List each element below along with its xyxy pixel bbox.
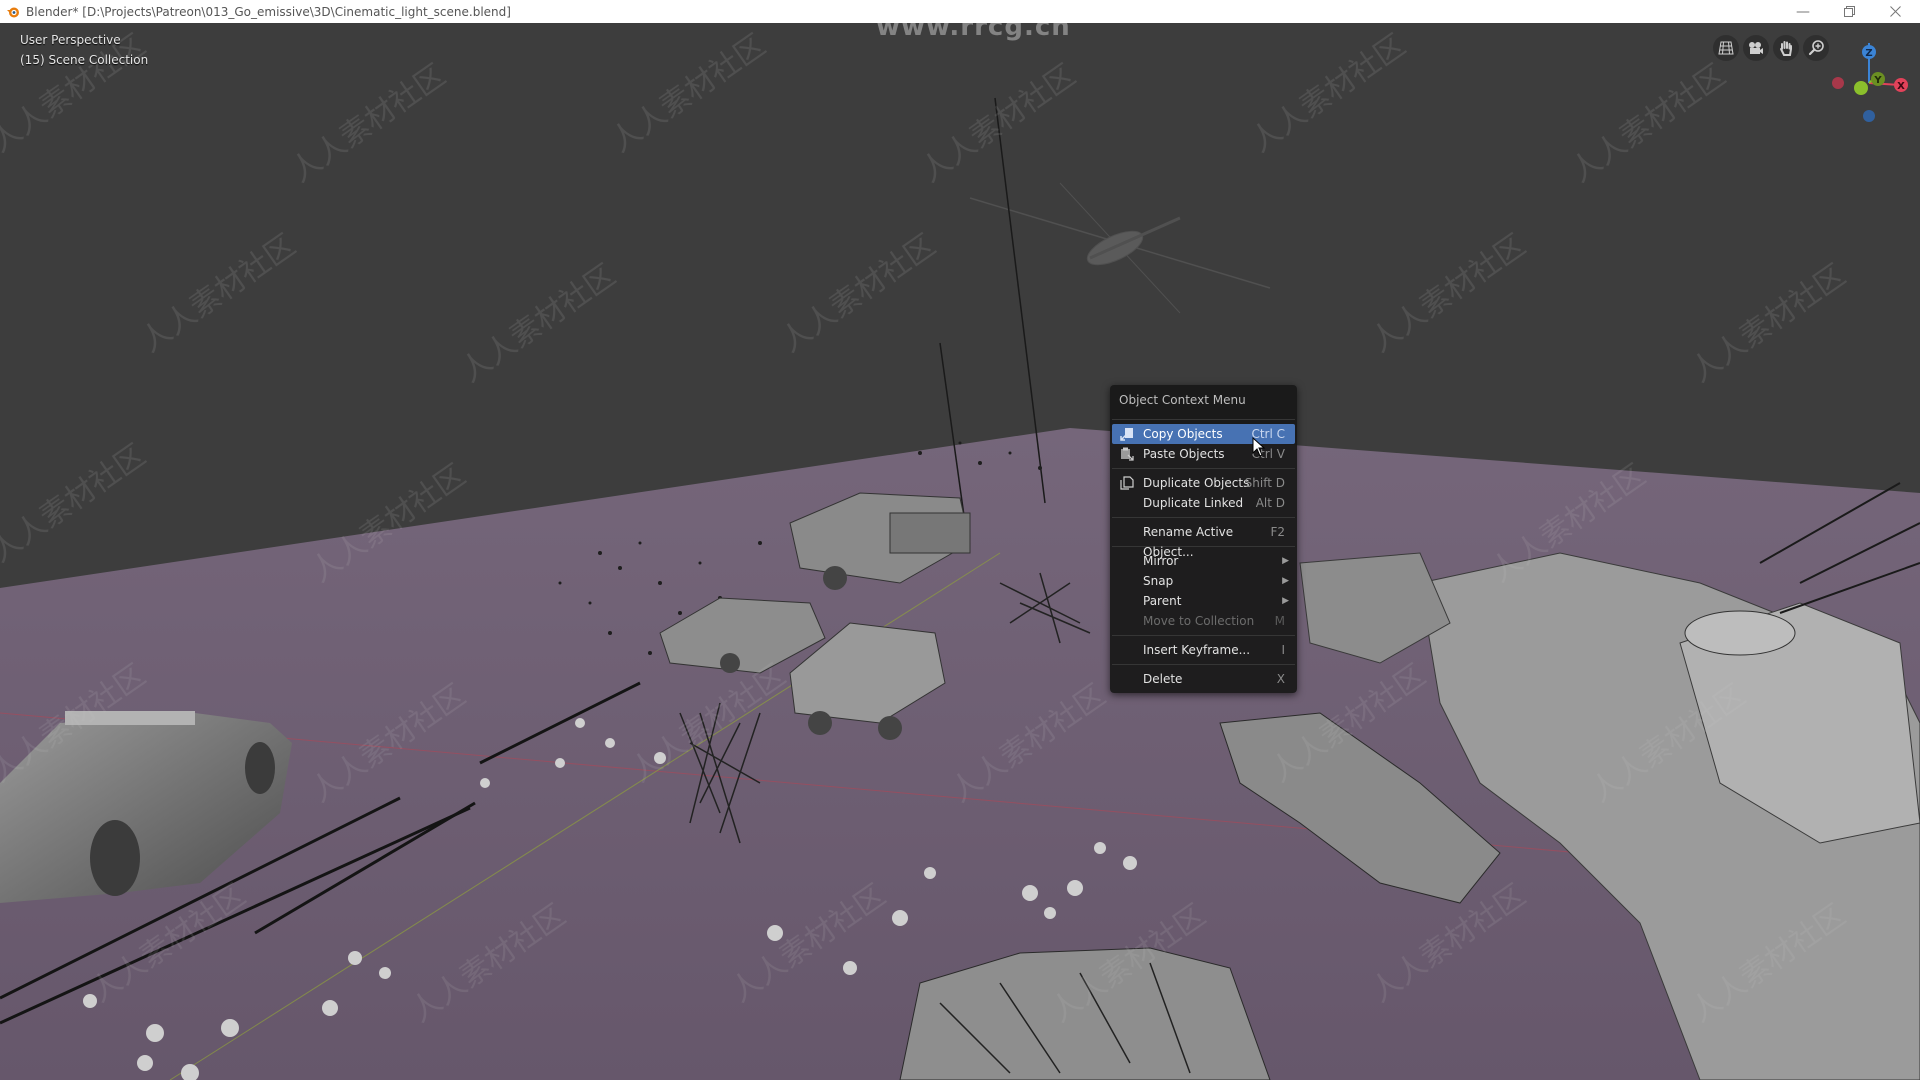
y-neg-handle[interactable] (1854, 81, 1868, 95)
watermark-url: www.rrcg.cn (876, 23, 1071, 42)
viewport-navigation (1713, 35, 1829, 61)
mouse-cursor-icon (1252, 437, 1266, 457)
svg-text:人人素材社区: 人人素材社区 (1365, 228, 1533, 360)
menu-item-snap[interactable]: Snap ▶ (1112, 571, 1295, 591)
menu-item-duplicate-linked[interactable]: Duplicate Linked Alt D (1112, 493, 1295, 513)
menu-item-delete[interactable]: Delete X (1112, 669, 1295, 689)
menu-item-shortcut: M (1274, 614, 1285, 628)
menu-item-rename-active-object[interactable]: Rename Active Object... F2 (1112, 522, 1295, 559)
menu-item-label: Parent (1143, 594, 1182, 608)
submenu-arrow-icon: ▶ (1282, 576, 1289, 586)
menu-item-label: Snap (1143, 574, 1174, 588)
menu-item-parent[interactable]: Parent ▶ (1112, 591, 1295, 611)
restore-icon (1843, 6, 1855, 17)
z-neg-handle[interactable] (1863, 110, 1875, 122)
grid-icon (1718, 41, 1734, 55)
menu-item-insert-keyframe[interactable]: Insert Keyframe... I (1112, 640, 1295, 660)
menu-item-label: Duplicate Linked (1143, 496, 1244, 510)
svg-text:人人素材社区: 人人素材社区 (135, 228, 303, 360)
y-axis-label: Y (1873, 75, 1882, 86)
menu-item-shortcut: Alt D (1255, 496, 1285, 510)
svg-text:人人素材社区: 人人素材社区 (455, 258, 623, 390)
viewport-scene[interactable]: 人人素材社区 人人素材社区 人人素材社区 人人素材社区 人人素材社区 人人素材社… (0, 23, 1920, 1080)
minimize-button[interactable]: — (1780, 0, 1826, 23)
menu-separator (1112, 468, 1295, 469)
menu-title: Object Context Menu (1119, 393, 1246, 407)
svg-text:人人素材社区: 人人素材社区 (605, 28, 773, 160)
svg-text:人人素材社区: 人人素材社区 (1245, 28, 1413, 160)
menu-item-label: Duplicate Objects (1143, 476, 1250, 490)
menu-item-shortcut: F2 (1270, 525, 1285, 539)
menu-item-label: Delete (1143, 672, 1183, 686)
svg-text:人人素材社区: 人人素材社区 (1685, 258, 1853, 390)
svg-text:人人素材社区: 人人素材社区 (1565, 58, 1733, 190)
svg-text:人人素材社区: 人人素材社区 (285, 58, 453, 190)
menu-separator (1112, 635, 1295, 636)
menu-item-duplicate-objects[interactable]: Duplicate Objects Shift D (1112, 473, 1295, 493)
camera-view-button[interactable] (1743, 35, 1769, 61)
menu-separator (1112, 419, 1295, 420)
svg-text:人人素材社区: 人人素材社区 (915, 58, 1083, 190)
menu-separator (1112, 517, 1295, 518)
menu-item-label: Copy Objects (1143, 427, 1223, 441)
menu-separator (1112, 664, 1295, 665)
menu-separator (1112, 546, 1295, 547)
menu-item-label: Mirror (1143, 554, 1179, 568)
restore-button[interactable] (1826, 0, 1872, 23)
view-name-label: User Perspective (20, 33, 121, 47)
hand-icon (1780, 41, 1792, 56)
menu-item-shortcut: X (1276, 672, 1285, 686)
menu-item-label: Insert Keyframe... (1143, 643, 1251, 657)
camera-icon (1749, 42, 1763, 54)
menu-item-label: Paste Objects (1143, 447, 1225, 461)
svg-text:人人素材社区: 人人素材社区 (775, 228, 943, 360)
copy-icon (1120, 428, 1133, 441)
object-context-menu: Object Context Menu Copy Objects Ctrl C … (1110, 385, 1297, 693)
x-axis-label: X (1897, 81, 1905, 92)
toggle-camera-grid-button[interactable] (1713, 35, 1739, 61)
menu-item-copy-objects[interactable]: Copy Objects Ctrl C (1112, 424, 1295, 444)
close-icon (1889, 6, 1901, 17)
helicopter-model[interactable] (969, 182, 1271, 314)
pan-view-button[interactable] (1773, 35, 1799, 61)
x-neg-handle[interactable] (1832, 77, 1844, 89)
menu-item-shortcut: Shift D (1244, 476, 1285, 490)
duplicate-icon (1120, 476, 1134, 490)
window-titlebar: Blender* [D:\Projects\Patreon\013_Go_emi… (0, 0, 1920, 23)
z-axis-label: Z (1865, 48, 1872, 59)
menu-item-shortcut: I (1281, 643, 1285, 657)
menu-item-move-to-collection: Move to Collection M (1112, 611, 1295, 631)
menu-item-mirror[interactable]: Mirror ▶ (1112, 551, 1295, 571)
paste-icon (1121, 447, 1134, 461)
submenu-arrow-icon: ▶ (1282, 556, 1289, 566)
blender-logo-icon (7, 7, 19, 17)
close-button[interactable] (1872, 0, 1918, 23)
svg-text:人人素材社区: 人人素材社区 (0, 438, 152, 570)
svg-text:人人素材社区: 人人素材社区 (0, 28, 152, 160)
window-title: Blender* [D:\Projects\Patreon\013_Go_emi… (26, 4, 511, 19)
submenu-arrow-icon: ▶ (1282, 596, 1289, 606)
orientation-gizmo[interactable]: Z Y X (1822, 33, 1917, 133)
menu-item-label: Move to Collection (1143, 614, 1255, 628)
collection-label: (15) Scene Collection (20, 53, 149, 67)
minimize-icon: — (1796, 3, 1810, 20)
3d-viewport[interactable]: 人人素材社区 人人素材社区 人人素材社区 人人素材社区 人人素材社区 人人素材社… (0, 23, 1920, 1080)
menu-item-paste-objects[interactable]: Paste Objects Ctrl V (1112, 444, 1295, 464)
